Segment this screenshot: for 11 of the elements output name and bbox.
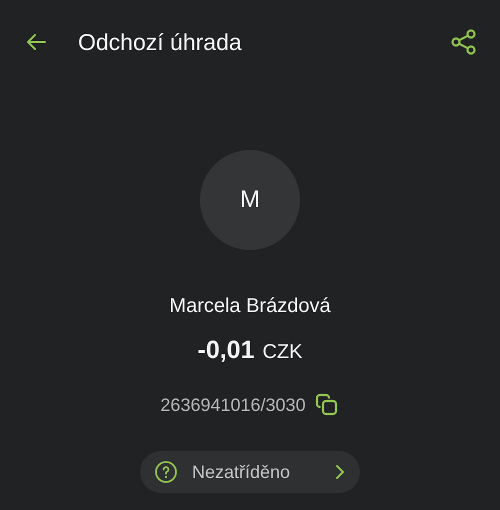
copy-icon[interactable] <box>314 392 340 418</box>
share-icon[interactable] <box>450 28 478 56</box>
amount-value: -0,01 <box>198 335 254 365</box>
payee-name: Marcela Brázdová <box>169 294 331 318</box>
currency-code: CZK <box>262 340 302 365</box>
question-icon <box>154 460 178 484</box>
chevron-right-icon <box>334 464 346 480</box>
avatar: M <box>200 150 300 250</box>
account-number: 2636941016/3030 <box>160 394 306 416</box>
screen-title: Odchozí úhrada <box>78 28 243 56</box>
category-chip[interactable]: Nezatříděno <box>140 451 360 493</box>
